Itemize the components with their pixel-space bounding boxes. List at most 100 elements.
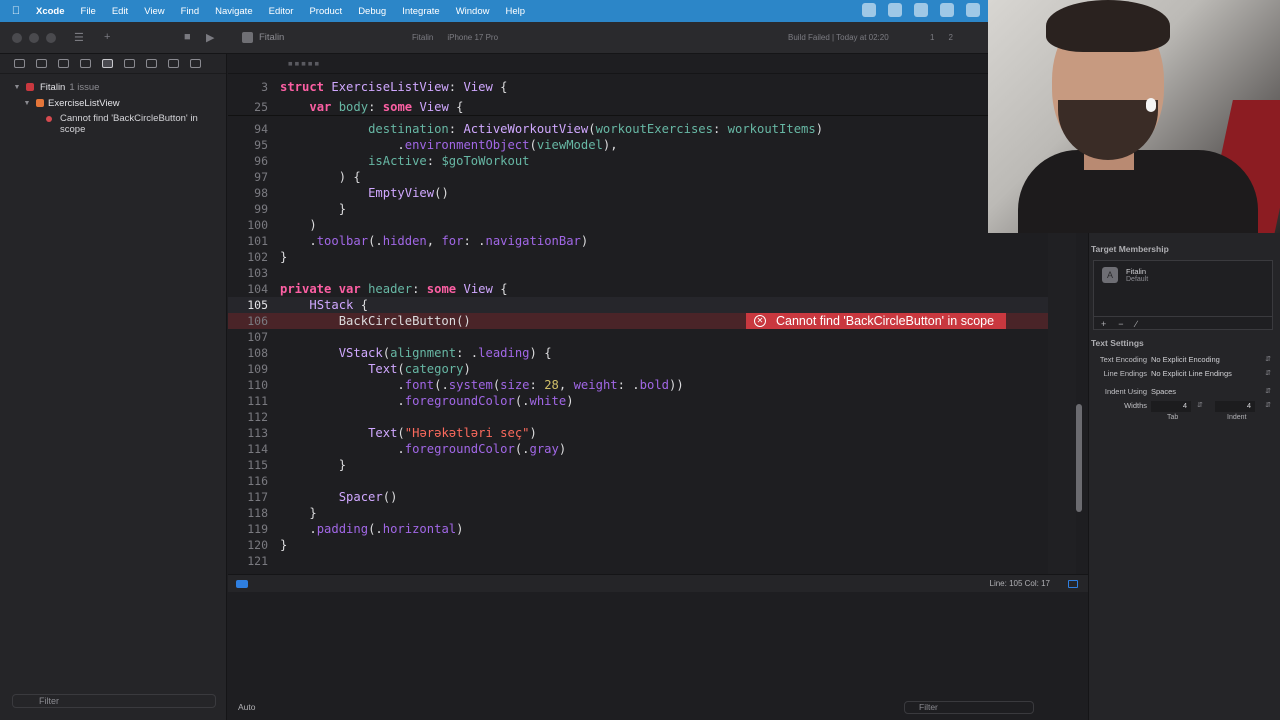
menu-navigate[interactable]: Navigate [215, 6, 253, 17]
window-controls [12, 33, 56, 43]
source-control-icon[interactable] [36, 59, 47, 68]
add-icon[interactable]: + [104, 31, 110, 43]
code-line: 96 isActive: $goToWorkout [254, 154, 530, 168]
menu-product[interactable]: Product [309, 6, 342, 17]
apple-icon[interactable]:  [10, 5, 22, 17]
add-target-button[interactable]: + [1101, 319, 1106, 329]
indent-using-popup[interactable]: Spaces [1151, 387, 1271, 396]
stepper-icon[interactable]: ⇵ [1197, 401, 1203, 409]
menu-window[interactable]: Window [456, 6, 490, 17]
find-icon[interactable] [80, 59, 91, 68]
close-window-button[interactable] [12, 33, 22, 43]
status-icon[interactable] [888, 3, 902, 17]
text-encoding-row[interactable]: Text Encoding No Explicit Encoding ⇵ [1091, 355, 1271, 367]
test-navigator-icon[interactable] [124, 59, 135, 68]
project-name: Fitalin [259, 32, 285, 43]
chevron-updown-icon: ⇵ [1265, 388, 1271, 395]
status-icon[interactable] [914, 3, 928, 17]
status-icon[interactable] [940, 3, 954, 17]
stepper-icon[interactable]: ⇵ [1265, 401, 1271, 409]
project-issue-row[interactable]: ▼ Fitalin 1 issue [12, 79, 222, 95]
code-line: 111 .foregroundColor(.white) [247, 394, 574, 408]
code-line: 112 [247, 410, 268, 424]
code-line: 117 Spacer() [247, 490, 398, 504]
debug-navigator-icon[interactable] [146, 59, 157, 68]
run-icon[interactable]: ▶ [206, 31, 214, 44]
issue-text: Cannot find 'BackCircleButton' in scope [60, 113, 198, 135]
code-area[interactable]: 94 destination: ActiveWorkoutView(workou… [228, 74, 1088, 574]
project-icon [26, 83, 34, 91]
warning-count[interactable]: 2 [948, 33, 952, 42]
chevron-updown-icon: ⇵ [1265, 370, 1271, 377]
code-line-current: 105 HStack { [228, 297, 1048, 313]
menu-edit[interactable]: Edit [112, 6, 128, 17]
sidebar-toggle-icon[interactable]: ☰ [74, 31, 84, 44]
menu-app-name[interactable]: Xcode [36, 6, 65, 17]
breakpoint-icon[interactable] [168, 59, 179, 68]
project-navigator-icon[interactable] [14, 59, 25, 68]
filter-placeholder: Filter [919, 702, 938, 712]
line-endings-popup[interactable]: No Explicit Line Endings [1151, 369, 1271, 378]
line-endings-row[interactable]: Line Endings No Explicit Line Endings ⇵ [1091, 369, 1271, 381]
filter-placeholder: Filter [39, 696, 59, 706]
remove-target-button[interactable]: − [1118, 319, 1123, 329]
issue-item[interactable]: Cannot find 'BackCircleButton' in scope [46, 113, 216, 135]
code-line: 110 .font(.system(size: 28, weight: .bol… [247, 378, 684, 392]
scheme-selector[interactable]: Fitalin iPhone 17 Pro [412, 33, 498, 42]
jump-bar[interactable]: ■ ■ ■ ■ ■ [228, 54, 1088, 74]
breadcrumb[interactable]: ■ ■ ■ ■ ■ [288, 59, 319, 68]
text-encoding-popup[interactable]: No Explicit Encoding [1151, 355, 1271, 364]
code-line: 107 [247, 330, 268, 344]
error-icon: ✕ [754, 315, 766, 327]
variables-mode-selector[interactable]: Auto [238, 702, 256, 712]
chevron-down-icon[interactable]: ▼ [22, 100, 32, 107]
menu-view[interactable]: View [144, 6, 164, 17]
error-count[interactable]: 1 [930, 33, 934, 42]
membership-tools: + − ∕ [1093, 316, 1273, 330]
debug-area-toggle[interactable] [236, 580, 248, 588]
console-filter[interactable]: Filter [904, 701, 1034, 714]
navigator-filter[interactable]: Filter [12, 694, 216, 708]
vertical-scrollbar[interactable] [1076, 404, 1082, 512]
tab-width-field[interactable]: 4 [1151, 401, 1191, 412]
menu-integrate[interactable]: Integrate [402, 6, 440, 17]
menu-editor[interactable]: Editor [269, 6, 294, 17]
report-navigator-icon[interactable] [190, 59, 201, 68]
error-annotation[interactable]: ✕ Cannot find 'BackCircleButton' in scop… [746, 313, 1007, 329]
project-title: Fitalin [242, 32, 284, 43]
console-toggle[interactable] [1068, 580, 1078, 588]
source-editor[interactable]: ■ ■ ■ ■ ■ 94 destination: ActiveWorkoutV… [228, 54, 1088, 574]
file-issue-row[interactable]: ▼ ExerciseListView [22, 95, 222, 111]
sticky-scope-header: 3 struct ExerciseListView: View { [228, 78, 1048, 96]
zoom-window-button[interactable] [46, 33, 56, 43]
issue-count-label: 1 issue [69, 81, 100, 93]
cursor-position: Line: 105 Col: 17 [989, 579, 1051, 588]
status-icons [862, 3, 980, 17]
code-line: 119 .padding(.horizontal) [247, 522, 464, 536]
code-line: 99 } [254, 202, 347, 216]
scheme-name[interactable]: Fitalin [412, 33, 433, 42]
issue-counts[interactable]: 1 2 [930, 33, 953, 42]
target-name: Fitalin [1126, 267, 1147, 276]
target-sub: Default [1126, 276, 1149, 283]
console-area[interactable]: Auto Filter [228, 592, 1088, 720]
menu-find[interactable]: Find [181, 6, 199, 17]
menu-debug[interactable]: Debug [358, 6, 386, 17]
menu-file[interactable]: File [81, 6, 96, 17]
issue-navigator-icon[interactable] [102, 59, 113, 68]
edit-target-button[interactable]: ∕ [1136, 319, 1138, 329]
status-icon[interactable] [966, 3, 980, 17]
app-target-icon: A [1102, 267, 1118, 283]
text-encoding-label: Text Encoding [1099, 355, 1147, 364]
device-name[interactable]: iPhone 17 Pro [447, 33, 498, 42]
minimize-window-button[interactable] [29, 33, 39, 43]
bookmark-icon[interactable] [58, 59, 69, 68]
menu-help[interactable]: Help [505, 6, 525, 17]
code-line: 101 .toolbar(.hidden, for: .navigationBa… [247, 234, 589, 248]
indent-using-row[interactable]: Indent Using Spaces ⇵ [1091, 387, 1271, 399]
status-icon[interactable] [862, 3, 876, 17]
indent-width-field[interactable]: 4 [1215, 401, 1255, 412]
code-line: 104 private var header: some View { [247, 282, 508, 296]
chevron-down-icon[interactable]: ▼ [12, 84, 22, 91]
stop-icon[interactable]: ■ [184, 31, 191, 43]
